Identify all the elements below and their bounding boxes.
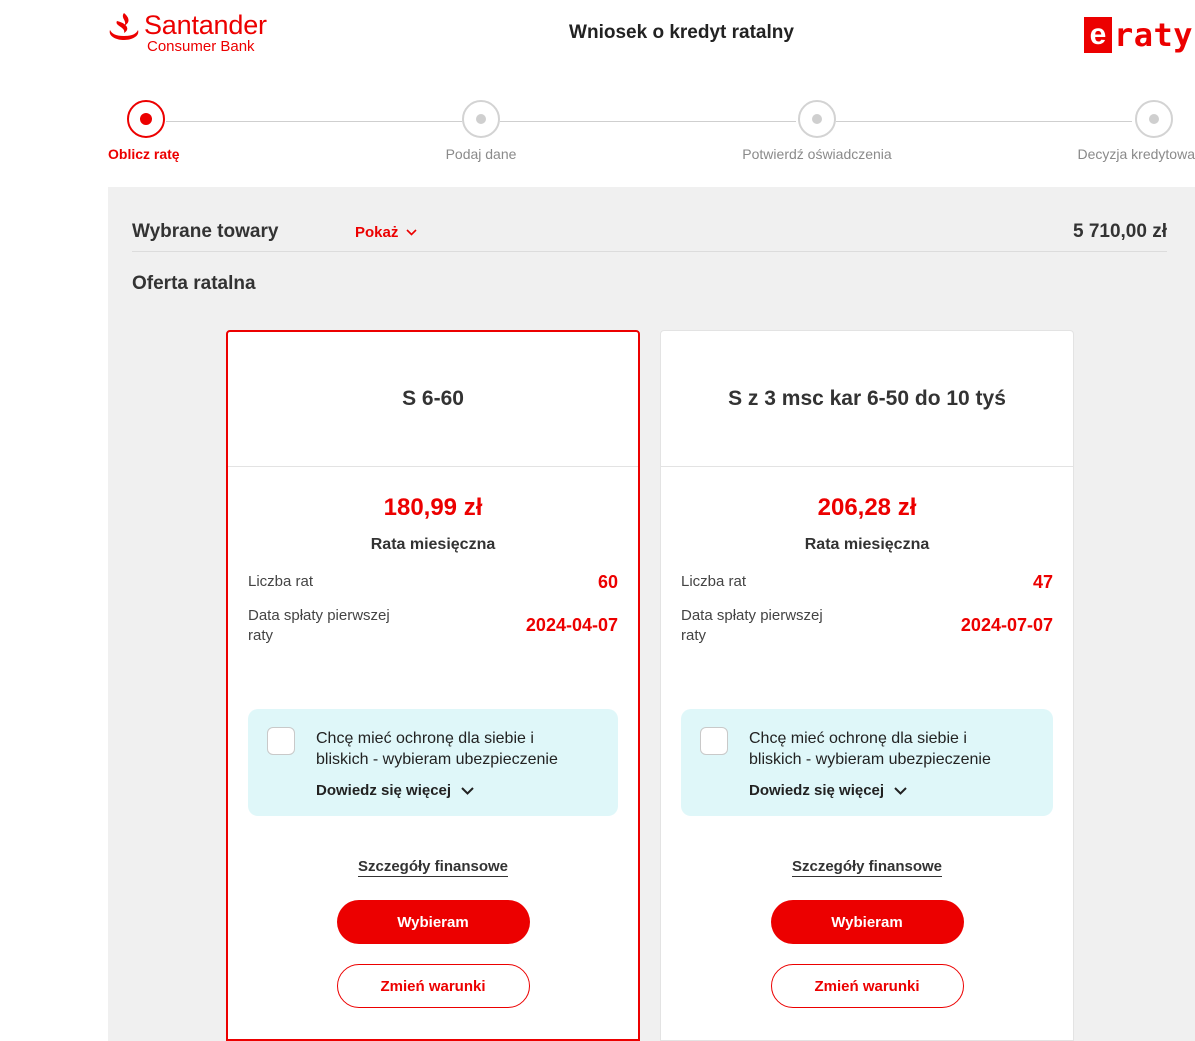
insurance-checkbox[interactable] bbox=[267, 727, 295, 755]
stepper-connector bbox=[166, 121, 462, 122]
step-podaj-dane[interactable]: Podaj dane bbox=[431, 100, 531, 162]
offer-card-s-z-3-msc[interactable]: S z 3 msc kar 6-50 do 10 tyś 206,28 zł R… bbox=[660, 330, 1074, 1041]
step-label: Podaj dane bbox=[445, 146, 517, 162]
first-payment-label: Data spłaty pierwszej raty bbox=[681, 607, 823, 644]
offer-panel: Wybrane towary Pokaż 5 710,00 zł Oferta … bbox=[108, 187, 1195, 1041]
insurance-learn-more-label: Dowiedz się więcej bbox=[316, 782, 452, 799]
header: Santander Consumer Bank Wniosek o kredyt… bbox=[0, 0, 1195, 80]
insurance-text: Chcę mieć ochronę dla siebie i bliskich … bbox=[749, 730, 991, 768]
first-payment-row: Data spłaty pierwszej raty 2024-07-07 bbox=[661, 606, 1073, 646]
step-label: Oblicz ratę bbox=[108, 146, 180, 162]
offer-card-name: S 6-60 bbox=[228, 332, 638, 467]
insurance-box: Chcę mieć ochronę dla siebie i bliskich … bbox=[681, 709, 1053, 816]
insurance-checkbox[interactable] bbox=[700, 727, 728, 755]
show-goods-toggle[interactable]: Pokaż bbox=[355, 224, 417, 241]
chevron-down-icon bbox=[461, 786, 474, 795]
step-indicator bbox=[798, 100, 836, 138]
step-label: Potwierdź oświadczenia bbox=[742, 146, 892, 162]
change-terms-button[interactable]: Zmień warunki bbox=[770, 964, 964, 1008]
eraty-logo-e: e bbox=[1084, 17, 1112, 53]
monthly-installment-value: 206,28 zł bbox=[817, 494, 917, 521]
financial-details-link[interactable]: Szczegóły finansowe bbox=[357, 858, 509, 877]
first-payment-row: Data spłaty pierwszej raty 2024-04-07 bbox=[228, 606, 638, 646]
insurance-learn-more[interactable]: Dowiedz się więcej bbox=[749, 782, 907, 799]
choose-button[interactable]: Wybieram bbox=[336, 900, 530, 944]
installments-row: Liczba rat 47 bbox=[661, 572, 1073, 593]
offer-title: Oferta ratalna bbox=[132, 273, 256, 294]
step-potwierdz-oswiadczenia[interactable]: Potwierdź oświadczenia bbox=[717, 100, 917, 162]
installments-row: Liczba rat 60 bbox=[228, 572, 638, 593]
installments-value: 47 bbox=[1032, 572, 1053, 592]
installments-label: Liczba rat bbox=[681, 573, 747, 590]
selected-goods-label: Wybrane towary bbox=[132, 221, 279, 242]
first-payment-value: 2024-07-07 bbox=[960, 615, 1053, 635]
step-label: Decyzja kredytowa bbox=[1077, 146, 1195, 162]
chevron-down-icon bbox=[406, 229, 417, 236]
change-terms-button[interactable]: Zmień warunki bbox=[336, 964, 530, 1008]
chevron-down-icon bbox=[894, 786, 907, 795]
monthly-installment-value: 180,99 zł bbox=[383, 494, 483, 521]
choose-button[interactable]: Wybieram bbox=[770, 900, 964, 944]
show-goods-label: Pokaż bbox=[355, 224, 399, 241]
step-indicator bbox=[462, 100, 500, 138]
offer-card-name: S z 3 msc kar 6-50 do 10 tyś bbox=[661, 331, 1073, 467]
installments-value: 60 bbox=[597, 572, 618, 592]
eraty-logo: e raty bbox=[1084, 16, 1193, 54]
financial-details-link[interactable]: Szczegóły finansowe bbox=[791, 858, 943, 877]
step-indicator-active bbox=[127, 100, 165, 138]
installments-label: Liczba rat bbox=[248, 573, 314, 590]
selected-goods-row: Wybrane towary Pokaż 5 710,00 zł bbox=[132, 221, 1167, 252]
insurance-box: Chcę mieć ochronę dla siebie i bliskich … bbox=[248, 709, 618, 816]
progress-stepper: Oblicz ratę Podaj dane Potwierdź oświadc… bbox=[0, 100, 1195, 170]
page-title: Wniosek o kredyt ratalny bbox=[569, 22, 794, 43]
insurance-learn-more[interactable]: Dowiedz się więcej bbox=[316, 782, 474, 799]
monthly-installment-label: Rata miesięczna bbox=[370, 536, 496, 553]
eraty-logo-text: raty bbox=[1114, 16, 1194, 54]
first-payment-label: Data spłaty pierwszej raty bbox=[248, 607, 390, 644]
step-decyzja-kredytowa[interactable]: Decyzja kredytowa bbox=[1045, 100, 1195, 162]
step-indicator bbox=[1135, 100, 1173, 138]
insurance-learn-more-label: Dowiedz się więcej bbox=[749, 782, 885, 799]
step-oblicz-rate[interactable]: Oblicz ratę bbox=[108, 100, 186, 162]
first-payment-value: 2024-04-07 bbox=[525, 615, 618, 635]
goods-total: 5 710,00 zł bbox=[1072, 221, 1167, 242]
offer-card-s-6-60[interactable]: S 6-60 180,99 zł Rata miesięczna Liczba … bbox=[226, 330, 640, 1041]
insurance-text: Chcę mieć ochronę dla siebie i bliskich … bbox=[316, 730, 558, 768]
monthly-installment-label: Rata miesięczna bbox=[804, 536, 930, 553]
